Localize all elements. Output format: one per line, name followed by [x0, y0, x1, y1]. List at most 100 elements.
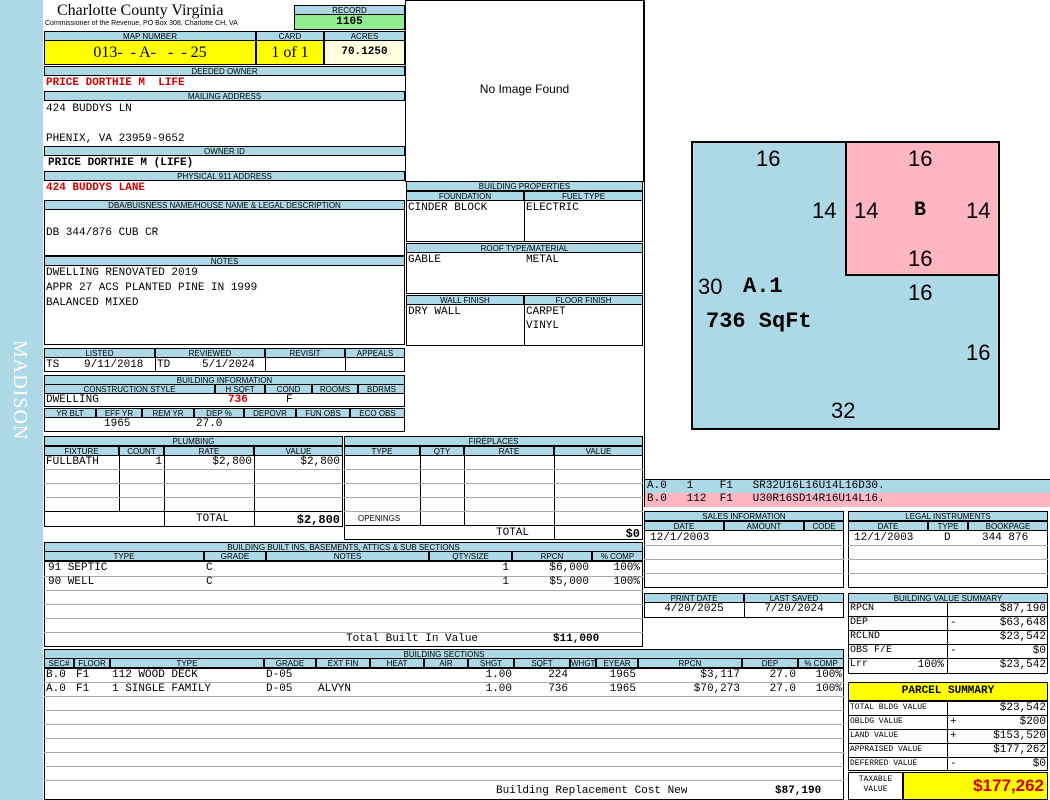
section-row-0-col-3: D-05: [266, 669, 293, 681]
vs-obs-key: OBS F/E: [850, 645, 893, 656]
sketch-label-a: A.1: [743, 274, 783, 299]
section-row-0-col-12: 27.0: [769, 669, 796, 681]
ps-deferred-key: DEFERRED VALUE: [850, 759, 918, 768]
sketch-dim-a-top: 16: [756, 146, 780, 171]
fireplaces-openings-label: OPENINGS: [358, 514, 401, 523]
vs-obs-value: $0: [1032, 645, 1046, 657]
sections-header-6: AIR: [424, 658, 468, 668]
legal-value: DB 344/876 CUB CR: [46, 227, 159, 239]
sketch-code-a: A.0 1 F1 SR32U16L16U14L16D30.: [644, 479, 1050, 493]
vs-rclnd-key: RCLND: [850, 631, 881, 642]
section-row-1-col-0: A.0: [46, 683, 66, 695]
section-row-1-col-12: 27.0: [769, 683, 796, 695]
foundation-value: CINDER BLOCK: [408, 202, 488, 214]
sections-header-10: EYEAR: [596, 658, 638, 668]
builtins-row1-rpcn: $6,000: [549, 562, 589, 574]
hsqft-value: 736: [228, 394, 248, 406]
sketch-dim-a-inner: 14: [812, 198, 836, 223]
sketch-area-a-sqft: 736 SqFt: [706, 309, 812, 334]
parcel-summary-title: PARCEL SUMMARY: [848, 682, 1048, 701]
section-row-1-col-4: ALVYN: [318, 683, 352, 695]
section-row-0-col-13: 100%: [815, 669, 842, 681]
fireplaces-total-label: TOTAL: [496, 527, 530, 539]
sketch-dim-a-bottom: 32: [831, 398, 855, 423]
ps-deferred-value: $0: [1032, 758, 1046, 770]
sketch-dim-b-right: 14: [966, 198, 990, 223]
sales-label: SALES INFORMATION: [644, 511, 844, 521]
legal-instruments-label: LEGAL INSTRUMENTS: [848, 511, 1048, 521]
builtins-row2-comp: 100%: [613, 576, 640, 588]
sections-header-7: SHGT: [468, 658, 514, 668]
section-row-1-col-11: $70,273: [693, 683, 740, 695]
ps-land-value: $153,520: [993, 730, 1046, 742]
no-image-text: No Image Found: [479, 82, 570, 96]
builtins-h-comp: % COMP: [592, 551, 643, 561]
building-sketch: 16 16 14 14 14 B 16 30 A.1 16 736 SqFt 1…: [691, 141, 1000, 430]
sketch-code-b: B.0 112 F1 U30R16SD14R16U14L16.: [644, 493, 1050, 507]
fireplaces-total-value: $0: [625, 527, 640, 541]
vs-rclnd-value: $23,542: [999, 631, 1046, 643]
effyr-value: 1965: [104, 418, 131, 430]
fuel-value: ELECTRIC: [526, 202, 579, 214]
builtins-row2-type: 90 WELL: [48, 576, 95, 588]
sections-header-3: GRADE: [264, 658, 316, 668]
builtins-row2-qty: 1: [502, 576, 509, 588]
sketch-label-b: B: [914, 199, 926, 222]
address911-value: 424 BUDDYS LANE: [46, 182, 146, 194]
plumbing-total-label: TOTAL: [196, 513, 230, 525]
sections-header-2: TYPE: [110, 658, 264, 668]
builtins-h-notes: NOTES: [266, 551, 429, 561]
taxable-value: $177,262: [903, 772, 1048, 800]
notes-line-2: APPR 27 ACS PLANTED PINE IN 1999: [46, 282, 258, 294]
vs-rpcn-value: $87,190: [999, 603, 1046, 615]
sketch-dim-a-step: 16: [908, 280, 932, 305]
section-row-1-col-7: 1.00: [485, 683, 512, 695]
reviewed-date: 5/1/2024: [202, 359, 255, 371]
legal-row-bookpage: 344 876: [982, 532, 1029, 544]
section-row-0-col-11: $3,117: [700, 669, 740, 681]
deeded-owner-value: PRICE DORTHIE M LIFE: [46, 77, 185, 89]
side-bar: MADISON: [0, 0, 43, 800]
mailing-line-3: PHENIX, VA 23959-9652: [46, 133, 185, 145]
plumbing-row-fixture: FULLBATH: [46, 456, 99, 468]
map-number-value: 013- - A- - - 25: [44, 40, 256, 65]
section-row-1-col-13: 100%: [815, 683, 842, 695]
builtins-h-grade: GRADE: [204, 551, 266, 561]
building-props-label: BUILDING PROPERTIES: [406, 181, 643, 191]
notes-line-1: DWELLING RENOVATED 2019: [46, 267, 198, 279]
county-subtitle: Commissioner of the Revenue, PO Box 308,…: [45, 20, 238, 27]
ps-appraised-value: $177,262: [993, 744, 1046, 756]
floor-value-2: VINYL: [526, 320, 560, 332]
deeded-owner-label: DEEDED OWNER: [44, 66, 405, 76]
section-row-0-col-10: 1965: [609, 669, 636, 681]
builtins-total-label: Total Built In Value: [346, 633, 479, 645]
ps-total-bldg-value: $23,542: [999, 702, 1046, 714]
plumbing-row-value: $2,800: [300, 456, 340, 468]
sections-header-11: RPCN: [638, 658, 742, 668]
sections-footer-label: Building Replacement Cost New: [496, 785, 688, 797]
builtins-row2-rpcn: $5,000: [549, 576, 589, 588]
vs-lrr-key: Lrr: [850, 659, 869, 670]
section-row-1-col-8: 736: [548, 683, 568, 695]
section-row-1-col-10: 1965: [609, 683, 636, 695]
vs-lrr-value: $23,542: [999, 659, 1046, 671]
builtins-total-value: $11,000: [553, 633, 600, 645]
print-date-value: 4/20/2025: [664, 603, 724, 615]
plumbing-label: PLUMBING: [44, 436, 343, 446]
sections-header-8: SQFT: [514, 658, 570, 668]
cond-value: F: [286, 394, 293, 406]
owner-id-value: PRICE DORTHIE M (LIFE): [48, 157, 194, 169]
sections-header-1: FLOOR: [74, 658, 110, 668]
builtins-h-rpcn: RPCN: [512, 551, 592, 561]
wall-value: DRY WALL: [408, 306, 461, 318]
sections-header-9: WHGT: [570, 658, 596, 668]
section-row-1-col-1: F1: [76, 683, 90, 695]
mailing-line-1: 424 BUDDYS LN: [46, 103, 132, 115]
vs-dep-key: DEP: [850, 617, 869, 628]
last-saved-value: 7/20/2024: [764, 603, 824, 615]
owner-id-label: OWNER ID: [44, 146, 405, 156]
record-value: 1105: [294, 14, 405, 30]
notes-line-3: BALANCED MIXED: [46, 297, 139, 309]
section-row-0-col-0: B.0: [46, 669, 66, 681]
section-row-0-col-7: 1.00: [485, 669, 512, 681]
